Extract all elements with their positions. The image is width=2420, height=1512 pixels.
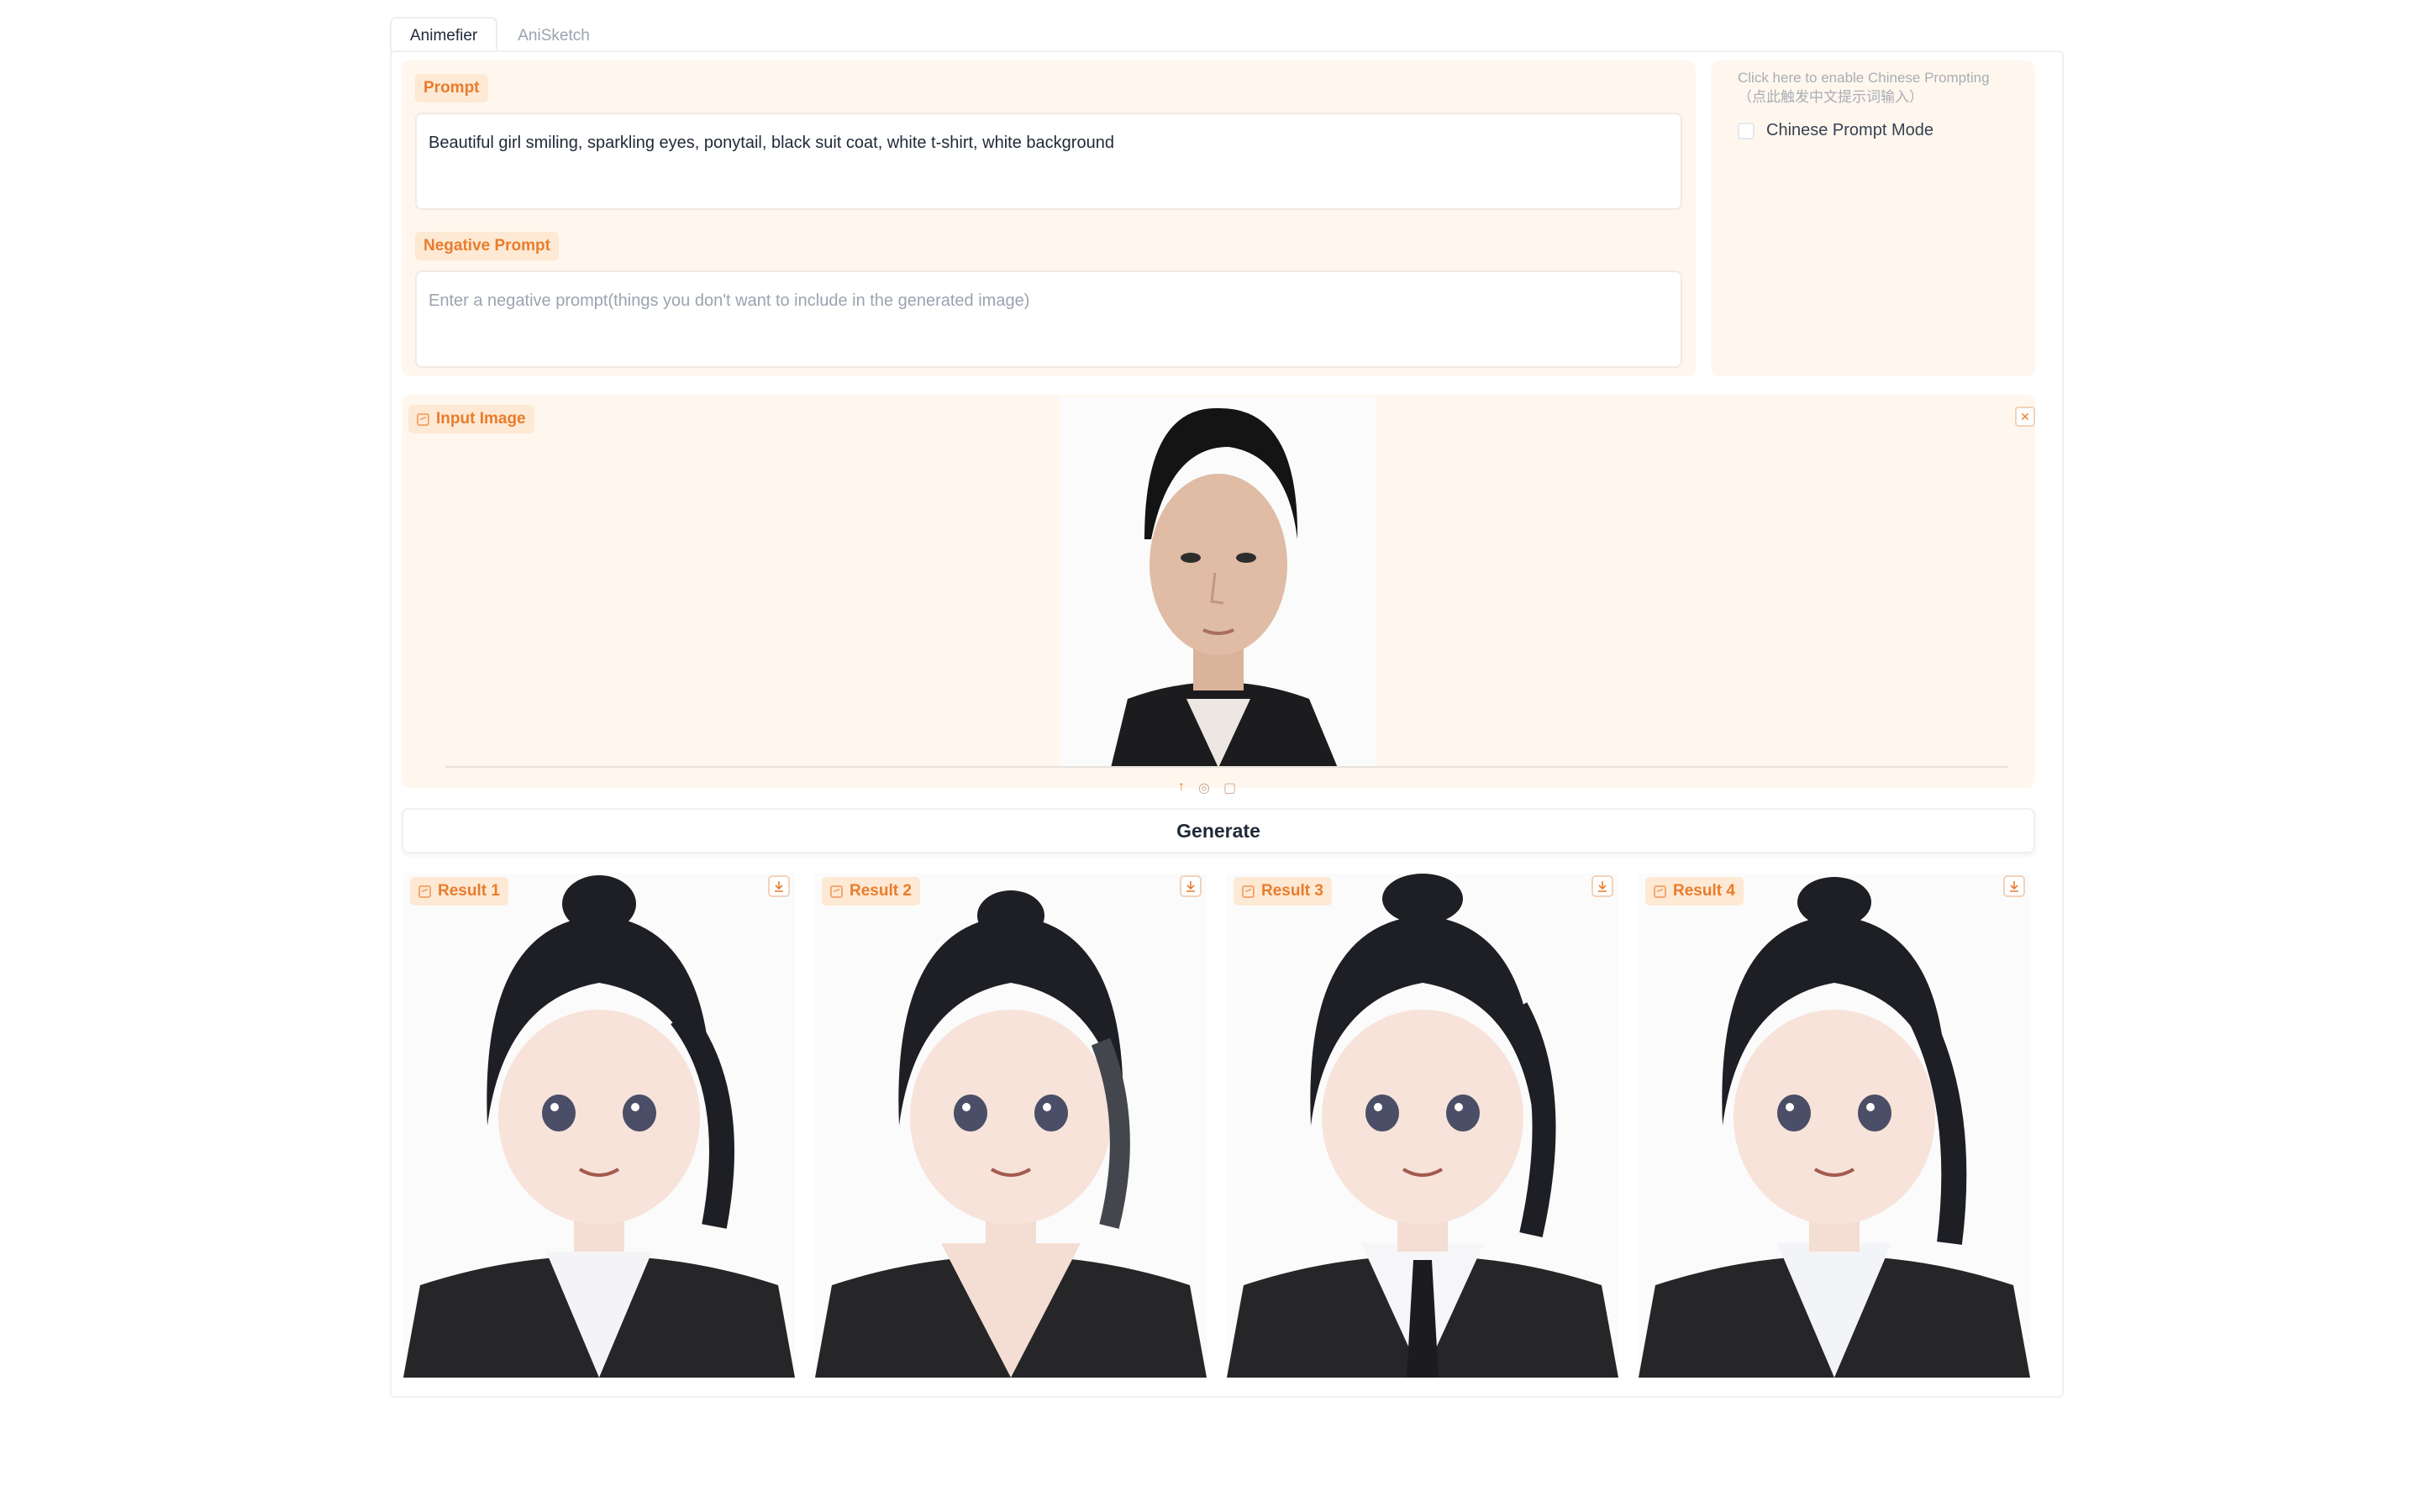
chinese-prompt-mode-toggle[interactable]: Chinese Prompt Mode	[1738, 121, 1933, 140]
result-2-label-text: Result 2	[850, 882, 912, 900]
result-image-4	[1639, 874, 2030, 1378]
chinese-mode-panel	[1711, 60, 2035, 376]
result-2-label: Result 2	[822, 877, 920, 906]
result-1-label-text: Result 1	[438, 882, 500, 900]
download-result-4-button[interactable]	[2003, 875, 2025, 897]
image-tools: ↑ ◎ ▢	[1178, 780, 1236, 796]
download-icon	[775, 881, 783, 892]
download-icon	[1186, 881, 1195, 892]
image-icon	[1654, 885, 1666, 898]
upload-icon[interactable]: ↑	[1178, 780, 1185, 796]
image-icon	[417, 412, 429, 426]
webcam-icon[interactable]: ◎	[1198, 780, 1210, 796]
clipboard-icon[interactable]: ▢	[1223, 780, 1236, 796]
result-image-1	[403, 874, 795, 1378]
chinese-mode-note-line1: Click here to enable Chinese Prompting	[1738, 70, 1990, 86]
image-icon	[830, 885, 843, 898]
image-icon	[1242, 885, 1255, 898]
image-icon	[418, 885, 431, 898]
negative-prompt-label: Negative Prompt	[415, 232, 559, 260]
clear-image-button[interactable]: ✕	[2015, 407, 2035, 427]
result-4-label: Result 4	[1645, 877, 1744, 906]
download-icon	[2010, 881, 2018, 892]
download-result-2-button[interactable]	[1180, 875, 1202, 897]
result-4-portrait	[1639, 874, 2030, 1378]
image-editor-divider	[445, 766, 2008, 768]
result-3-portrait	[1227, 874, 1618, 1378]
generate-button[interactable]: Generate	[402, 808, 2035, 853]
tab-bar: Animefier AniSketch	[390, 17, 610, 52]
input-photo-portrait	[1060, 396, 1376, 768]
chinese-prompt-mode-label: Chinese Prompt Mode	[1766, 121, 1933, 139]
result-3-label: Result 3	[1234, 877, 1332, 906]
result-3-label-text: Result 3	[1261, 882, 1323, 900]
result-1-portrait	[403, 874, 795, 1378]
result-image-3	[1227, 874, 1618, 1378]
prompt-label: Prompt	[415, 74, 488, 102]
download-icon	[1598, 881, 1607, 892]
tab-anisketch[interactable]: AniSketch	[497, 17, 610, 52]
download-result-1-button[interactable]	[768, 875, 790, 897]
chinese-mode-note-line2: （点此触发中文提示词输入）	[1738, 88, 1923, 105]
result-1-label: Result 1	[410, 877, 508, 906]
input-image	[1060, 396, 1376, 768]
negative-prompt-input[interactable]: Enter a negative prompt(things you don't…	[415, 270, 1682, 368]
input-image-label: Input Image	[408, 405, 534, 433]
result-image-2	[815, 874, 1207, 1378]
close-icon: ✕	[2020, 409, 2030, 423]
chinese-mode-note: Click here to enable Chinese Prompting （…	[1738, 69, 1990, 108]
input-image-label-text: Input Image	[436, 410, 526, 428]
result-4-label-text: Result 4	[1673, 882, 1735, 900]
chinese-prompt-mode-checkbox[interactable]	[1738, 122, 1754, 139]
result-2-portrait	[815, 874, 1207, 1378]
prompt-input[interactable]: Beautiful girl smiling, sparkling eyes, …	[415, 113, 1682, 210]
download-result-3-button[interactable]	[1591, 875, 1613, 897]
tab-animefier[interactable]: Animefier	[390, 17, 498, 52]
